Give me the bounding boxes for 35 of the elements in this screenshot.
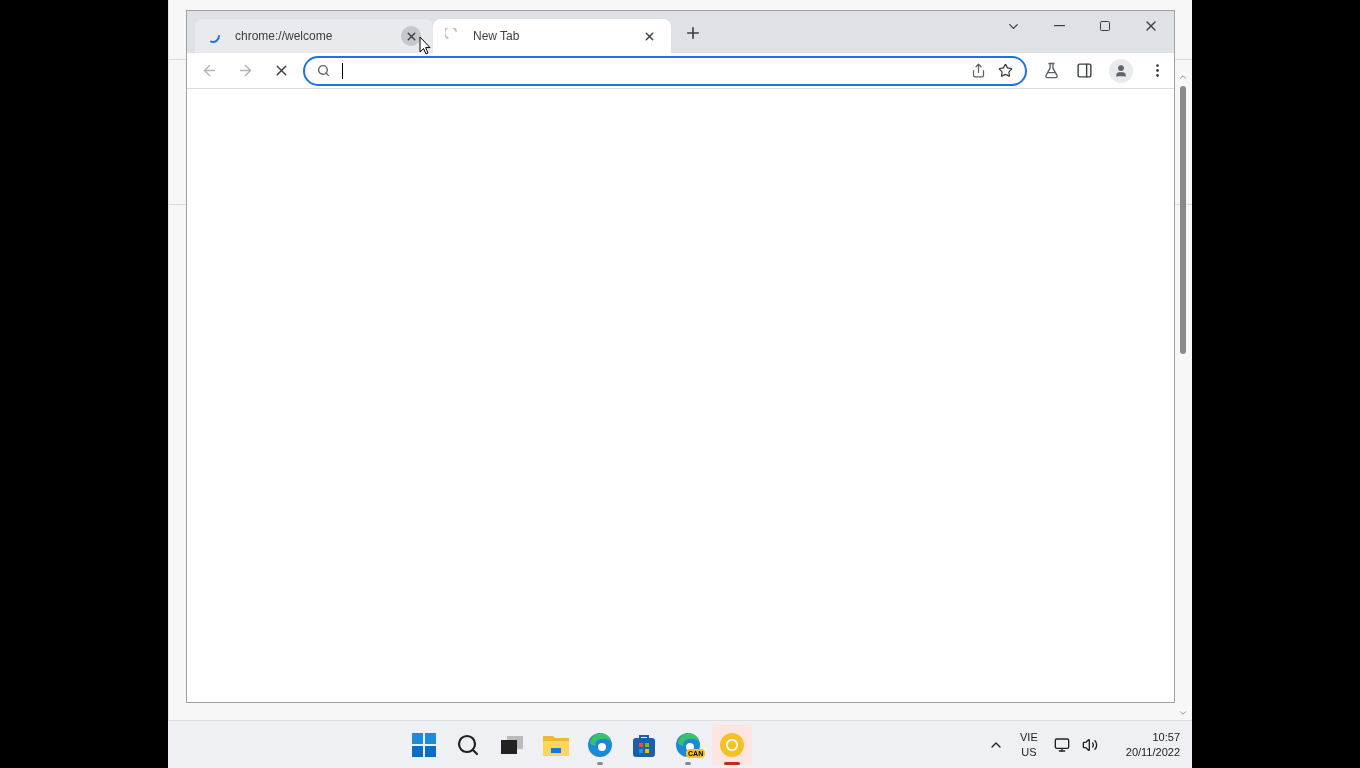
running-indicator <box>597 761 603 765</box>
clock[interactable]: 10:57 20/11/2022 <box>1109 729 1180 760</box>
person-icon <box>1114 63 1128 78</box>
store-bag-icon <box>632 732 656 757</box>
address-bar[interactable] <box>303 55 1027 86</box>
chrome-logo-icon <box>719 731 745 758</box>
tab-close-button[interactable] <box>401 26 421 46</box>
minimize-icon <box>1053 25 1065 27</box>
search-icon <box>456 732 480 757</box>
folder-icon <box>543 733 569 756</box>
maximize-icon <box>1099 20 1111 32</box>
share-icon[interactable] <box>971 63 986 78</box>
tab-title: chrome://welcome <box>235 28 334 45</box>
profile-avatar-icon[interactable] <box>1109 58 1133 83</box>
windows-logo-icon <box>412 732 436 757</box>
plus-icon <box>684 24 702 42</box>
browser-tab[interactable]: New Tab <box>433 19 671 53</box>
bookmark-star-icon[interactable] <box>998 63 1013 78</box>
mouse-cursor-icon <box>419 36 431 55</box>
running-indicator <box>685 761 691 765</box>
language-indicator[interactable]: VIE US <box>1016 729 1042 760</box>
flask-icon[interactable] <box>1043 62 1060 79</box>
tab-title: New Tab <box>473 28 521 45</box>
search-icon <box>317 64 330 77</box>
edge-icon <box>675 731 701 758</box>
scrollbar-thumb[interactable] <box>1180 86 1186 354</box>
running-indicator <box>724 761 740 765</box>
loading-spinner-icon <box>210 35 220 43</box>
volume-icon[interactable] <box>1081 736 1098 753</box>
edge-icon <box>587 731 613 758</box>
browser-tab[interactable]: chrome://welcome <box>195 19 433 53</box>
text-cursor <box>342 62 343 79</box>
task-view-icon <box>501 735 523 754</box>
network-icon[interactable] <box>1053 736 1070 753</box>
side-panel-icon[interactable] <box>1076 62 1093 79</box>
